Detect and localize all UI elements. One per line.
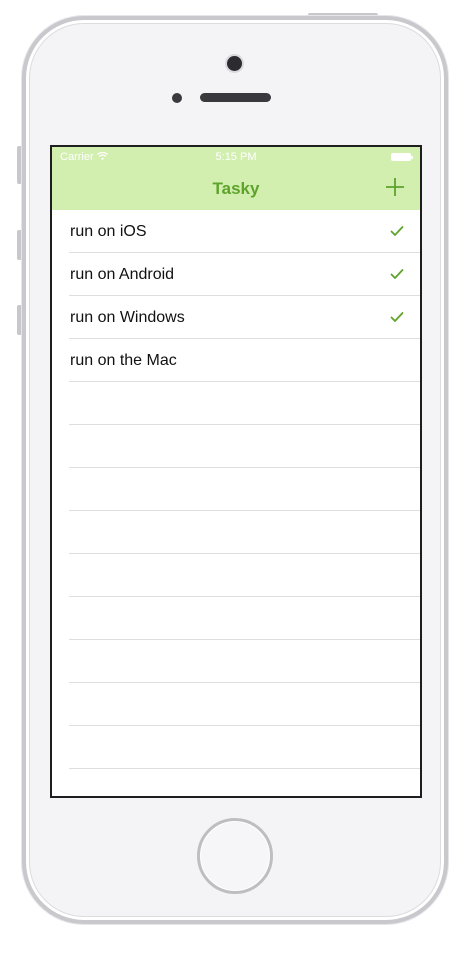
page-title: Tasky <box>212 179 260 198</box>
empty-row <box>52 425 420 468</box>
task-row[interactable]: run on iOS <box>52 210 420 253</box>
task-label: run on Android <box>70 266 175 283</box>
empty-row <box>52 511 420 554</box>
earpiece-speaker <box>200 93 271 102</box>
task-list: run on iOS run on Android run on Windows ru… <box>52 210 420 796</box>
empty-row <box>52 554 420 597</box>
empty-row <box>52 468 420 511</box>
empty-row <box>52 640 420 683</box>
home-button[interactable] <box>197 818 273 894</box>
empty-row <box>52 597 420 640</box>
proximity-sensor <box>172 93 182 103</box>
checkmark-icon <box>390 226 404 236</box>
empty-row <box>52 726 420 769</box>
task-label: run on iOS <box>70 223 147 240</box>
plus-icon <box>386 178 404 196</box>
navigation-bar: Carrier 5:15 PM Tasky <box>52 147 420 210</box>
status-time: 5:15 PM <box>215 151 257 163</box>
add-task-button[interactable] <box>384 176 406 198</box>
checkmark-icon <box>390 312 404 322</box>
empty-row <box>52 683 420 726</box>
task-label: run on Windows <box>70 309 185 326</box>
empty-row <box>52 382 420 425</box>
task-row[interactable]: run on Android <box>52 253 420 296</box>
battery-icon <box>391 153 413 161</box>
status-bar: Carrier 5:15 PM <box>52 147 420 167</box>
front-camera <box>227 56 242 71</box>
app-screen: Carrier 5:15 PM Tasky run on iOS run on A… <box>50 145 422 798</box>
checkmark-icon <box>390 269 404 279</box>
task-row[interactable]: run on the Mac <box>52 339 420 382</box>
task-label: run on the Mac <box>70 352 177 369</box>
task-row[interactable]: run on Windows <box>52 296 420 339</box>
